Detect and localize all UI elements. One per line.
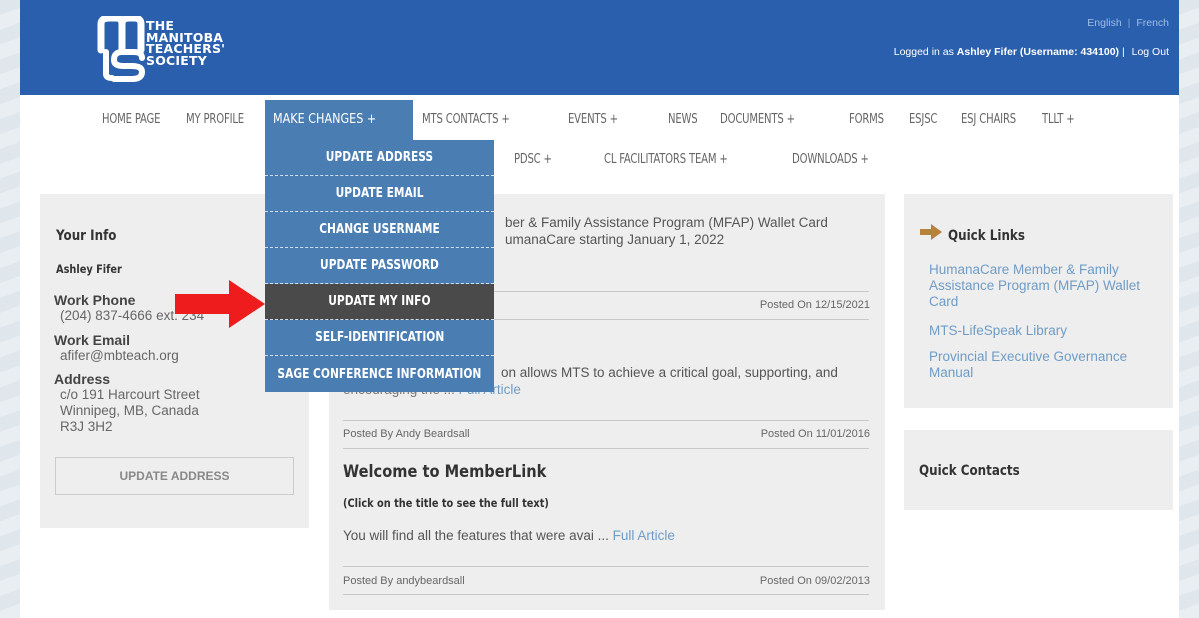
logout-link[interactable]: Log Out: [1132, 46, 1169, 58]
quick-links-title: Quick Links: [948, 228, 1025, 244]
quick-link-governance-manual[interactable]: Provincial Executive Governance Manual: [929, 349, 1159, 381]
your-info-title: Your Info: [56, 228, 117, 244]
menu-item-update-address[interactable]: UPDATE ADDRESS: [265, 140, 494, 176]
nav-cl-facilitators-team[interactable]: CL FACILITATORS TEAM +: [604, 152, 728, 167]
menu-item-update-email[interactable]: UPDATE EMAIL: [265, 176, 494, 212]
article-3-excerpt: You will find all the features that were…: [343, 528, 675, 543]
article-3-excerpt-text: You will find all the features that were…: [343, 528, 609, 543]
logo-wordmark: THE MANITOBA TEACHERS' SOCIETY: [146, 20, 225, 66]
quick-contacts-title: Quick Contacts: [919, 463, 1020, 479]
nav-home-page[interactable]: HOME PAGE: [102, 112, 161, 127]
article-2-divider-top: [343, 420, 869, 421]
lang-separator: |: [1127, 17, 1131, 29]
login-status: Logged in as Ashley Fifer (Username: 434…: [894, 46, 1169, 58]
article-3-title[interactable]: Welcome to MemberLink: [343, 462, 546, 482]
site-header: THE MANITOBA TEACHERS' SOCIETY English |…: [20, 0, 1179, 95]
nav-my-profile[interactable]: MY PROFILE: [186, 112, 244, 127]
menu-item-update-password[interactable]: UPDATE PASSWORD: [265, 248, 494, 284]
article-3-full-article-link[interactable]: Full Article: [613, 528, 675, 543]
menu-item-sage-conference-information[interactable]: SAGE CONFERENCE INFORMATION: [265, 356, 494, 392]
article-3-posted-by: Posted By andybeardsall: [343, 575, 465, 587]
article-3-subtitle: (Click on the title to see the full text…: [343, 496, 549, 510]
nav-news[interactable]: NEWS: [668, 112, 698, 127]
nav-downloads[interactable]: DOWNLOADS +: [792, 152, 869, 167]
lang-french-link[interactable]: French: [1136, 17, 1169, 29]
article-2-excerpt: on allows MTS to achieve a critical goal…: [501, 365, 838, 380]
login-separator: |: [1121, 46, 1125, 58]
menu-item-update-password-label: UPDATE PASSWORD: [320, 258, 439, 273]
work-email-value: afifer@mbteach.org: [60, 348, 179, 363]
menu-item-self-identification-label: SELF-IDENTIFICATION: [314, 330, 445, 345]
nav-forms[interactable]: FORMS: [849, 112, 884, 127]
login-user: Ashley Fifer (Username: 434100): [956, 46, 1120, 58]
menu-item-change-username-label: CHANGE USERNAME: [319, 222, 440, 237]
nav-tllt[interactable]: TLLT +: [1042, 112, 1075, 127]
quick-contacts-panel: Quick Contacts: [904, 430, 1173, 510]
logo-line-4: SOCIETY: [146, 52, 207, 68]
article-2-posted-by: Posted By Andy Beardsall: [343, 428, 470, 440]
address-line-1: c/o 191 Harcourt Street: [60, 387, 200, 402]
work-email-label: Work Email: [54, 332, 130, 348]
nav-pdsc[interactable]: PDSC +: [514, 152, 552, 167]
work-phone-label: Work Phone: [54, 292, 136, 308]
page-background-left: [0, 0, 20, 618]
article-2-divider-bottom: [343, 448, 869, 449]
article-1-subtitle: umanaCare starting January 1, 2022: [505, 232, 725, 247]
address-line-2: Winnipeg, MB, Canada: [60, 403, 199, 418]
article-2-posted-on: Posted On 11/01/2016: [760, 428, 870, 440]
menu-item-update-my-info[interactable]: UPDATE MY INFO: [265, 284, 494, 320]
menu-item-sage-conference-information-label: SAGE CONFERENCE INFORMATION: [277, 366, 482, 382]
nav-documents[interactable]: DOCUMENTS +: [720, 112, 795, 127]
menu-item-self-identification[interactable]: SELF-IDENTIFICATION: [265, 320, 494, 356]
article-1-posted-on: Posted On 12/15/2021: [759, 299, 870, 311]
article-3-posted-on: Posted On 09/02/2013: [759, 575, 870, 587]
address-line-3: R3J 3H2: [60, 419, 113, 434]
update-address-button[interactable]: UPDATE ADDRESS: [55, 457, 294, 495]
nav-esj-chairs[interactable]: ESJ CHAIRS: [961, 112, 1016, 127]
make-changes-dropdown: UPDATE ADDRESS UPDATE EMAIL CHANGE USERN…: [265, 140, 494, 392]
article-1-title-link[interactable]: ber & Family Assistance Program (MFAP) W…: [505, 215, 828, 230]
nav-make-changes-label[interactable]: MAKE CHANGES +: [273, 112, 376, 127]
menu-item-update-email-label: UPDATE EMAIL: [335, 186, 424, 201]
address-label: Address: [54, 371, 111, 387]
page: THE MANITOBA TEACHERS' SOCIETY English |…: [20, 0, 1179, 618]
nav-mts-contacts[interactable]: MTS CONTACTS +: [422, 112, 510, 127]
article-3-divider-bottom: [343, 594, 869, 595]
article-3-divider-top: [343, 566, 869, 567]
your-info-name: Ashley Fifer: [56, 262, 122, 276]
arrow-right-icon: [920, 224, 942, 240]
nav-esjsc[interactable]: ESJSC: [909, 112, 937, 127]
nav-events[interactable]: EVENTS +: [568, 112, 618, 127]
quick-link-lifespeak-library[interactable]: MTS-LifeSpeak Library: [929, 323, 1159, 339]
page-background-right: [1179, 0, 1199, 618]
menu-item-update-my-info-label: UPDATE MY INFO: [328, 294, 431, 309]
menu-item-change-username[interactable]: CHANGE USERNAME: [265, 212, 494, 248]
lang-english-link[interactable]: English: [1087, 17, 1121, 29]
red-pointer-arrow-icon: [175, 280, 265, 328]
quick-links-panel: Quick Links HumanaCare Member & Family A…: [904, 194, 1173, 408]
menu-item-update-address-label: UPDATE ADDRESS: [325, 150, 434, 165]
login-prefix: Logged in as: [893, 46, 954, 58]
quick-link-mfap-wallet-card[interactable]: HumanaCare Member & Family Assistance Pr…: [929, 262, 1159, 310]
language-switcher: English | French: [1087, 17, 1169, 29]
